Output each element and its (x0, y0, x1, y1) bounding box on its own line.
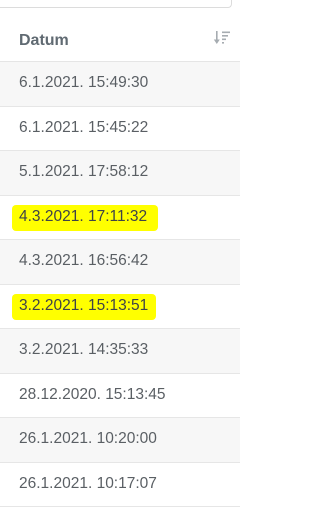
date-cell: 3.2.2021. 14:35:33 (19, 341, 148, 359)
date-cell: 6.1.2021. 15:49:30 (19, 74, 148, 92)
table-row[interactable]: 6.1.2021. 15:45:22 (0, 107, 240, 152)
table-header[interactable]: Datum (0, 20, 240, 62)
sort-descending-icon[interactable] (213, 29, 231, 47)
date-cell: 6.1.2021. 15:45:22 (19, 119, 148, 137)
column-header-datum[interactable]: Datum (19, 32, 69, 50)
date-cell: 26.1.2021. 10:20:00 (19, 430, 157, 448)
table-row[interactable]: 26.1.2021. 10:17:07 (0, 463, 240, 507)
panel-edge (0, 0, 232, 8)
date-cell: 4.3.2021. 16:56:42 (19, 252, 148, 270)
table-row[interactable]: 26.1.2021. 10:20:00 (0, 418, 240, 463)
table-row[interactable]: 3.2.2021. 14:35:33 (0, 329, 240, 374)
table-row[interactable]: 6.1.2021. 15:49:30 (0, 62, 240, 107)
date-cell: 3.2.2021. 15:13:51 (19, 297, 148, 315)
table-row[interactable]: 28.12.2020. 15:13:45 (0, 374, 240, 419)
date-cell: 5.1.2021. 17:58:12 (19, 163, 148, 181)
date-cell: 28.12.2020. 15:13:45 (19, 386, 166, 404)
date-cell: 4.3.2021. 17:11:32 (19, 208, 147, 226)
date-cell: 26.1.2021. 10:17:07 (19, 475, 157, 493)
table-row[interactable]: 3.2.2021. 15:13:51 (0, 285, 240, 330)
table-row[interactable]: 4.3.2021. 17:11:32 (0, 196, 240, 241)
date-table: Datum 6.1.2021. 15:49:30 6.1.2021. 15:45… (0, 20, 240, 507)
table-row[interactable]: 4.3.2021. 16:56:42 (0, 240, 240, 285)
table-row[interactable]: 5.1.2021. 17:58:12 (0, 151, 240, 196)
